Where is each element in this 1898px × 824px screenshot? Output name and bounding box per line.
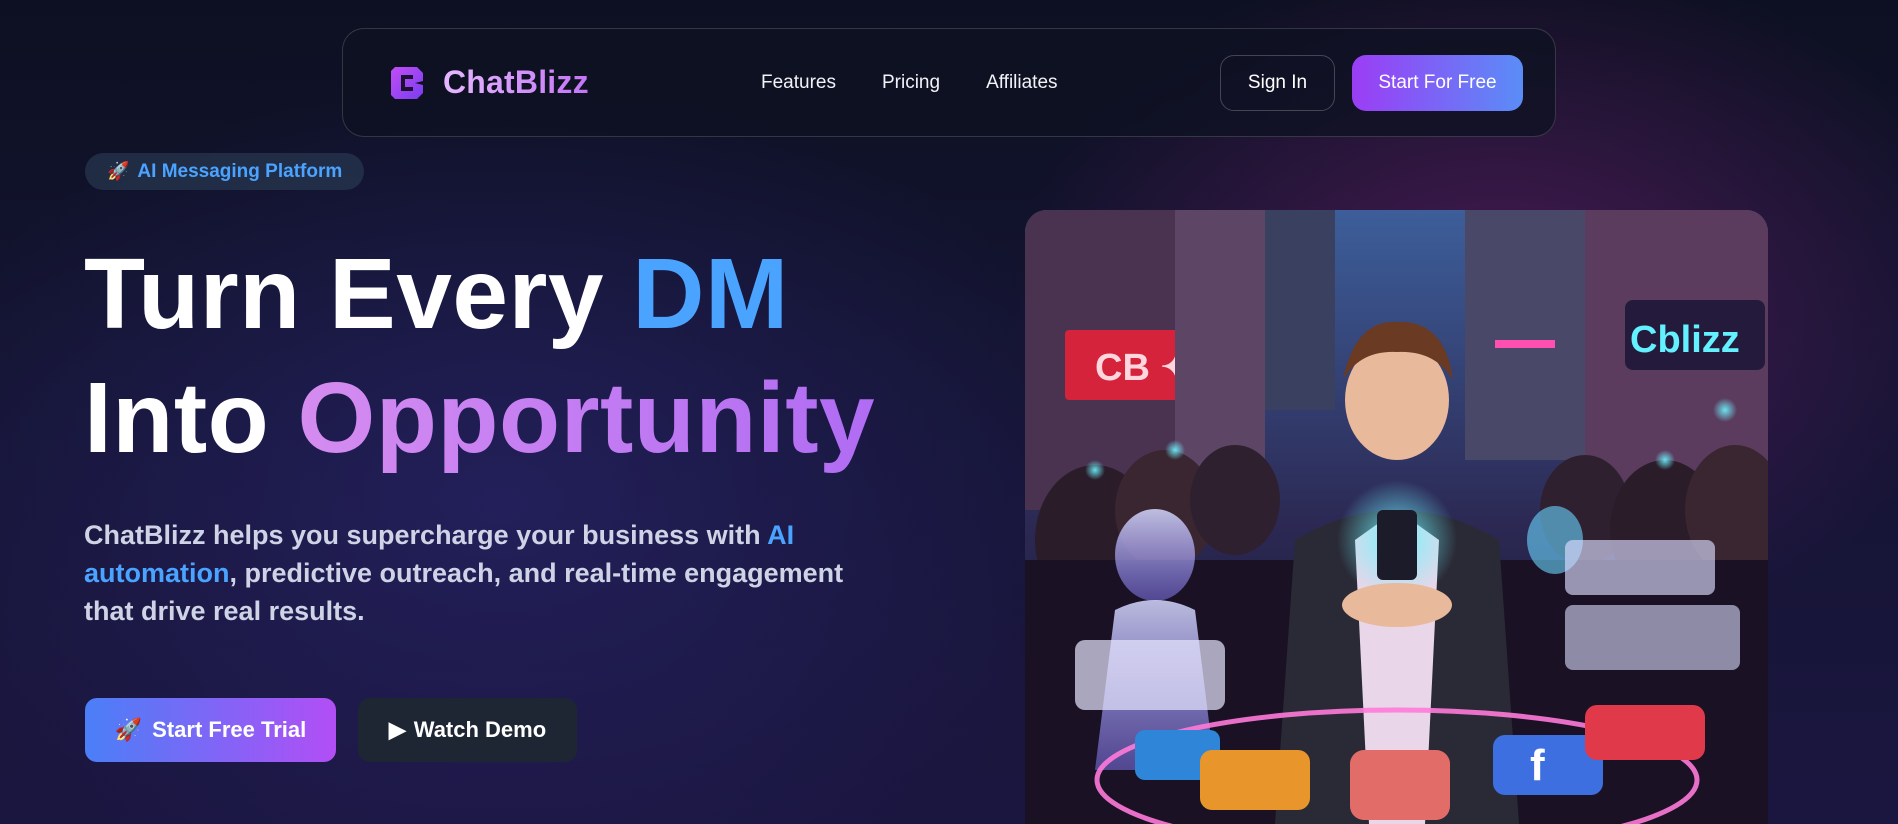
badge-text: AI Messaging Platform [137, 160, 343, 182]
play-icon: ▶ [388, 717, 406, 742]
rocket-icon: 🚀 [107, 161, 130, 181]
hero-title-highlight2: Opportunity [297, 362, 876, 474]
platform-badge: 🚀 AI Messaging Platform [85, 153, 365, 190]
hero-illustration: CB ✦✦ Cblizz f [1025, 210, 1768, 824]
nav-links: Features Pricing Affiliates [761, 72, 1058, 94]
chatblizz-logo-icon [391, 66, 423, 99]
brand-name: ChatBlizz [443, 64, 589, 100]
hero-title-part2: Into [84, 362, 298, 474]
start-for-free-button[interactable]: Start For Free [1352, 54, 1523, 111]
hero-subtitle-part1: ChatBlizz helps you supercharge your bus… [84, 520, 768, 550]
watch-demo-label: Watch Demo [413, 717, 547, 742]
start-free-trial-button[interactable]: 🚀 Start Free Trial [85, 698, 336, 762]
hero-illustration-icon: CB ✦✦ Cblizz f [1025, 210, 1768, 824]
nav-actions: Sign In Start For Free [1220, 54, 1523, 111]
nav-link-features[interactable]: Features [761, 72, 836, 94]
hero-title-highlight1: DM [632, 238, 789, 350]
rocket-icon: 🚀 [114, 717, 143, 742]
nav-link-pricing[interactable]: Pricing [882, 72, 940, 94]
hero-title-part1: Turn Every [84, 238, 633, 350]
sign-in-button[interactable]: Sign In [1220, 54, 1335, 111]
watch-demo-button[interactable]: ▶ Watch Demo [358, 698, 577, 762]
navbar: ChatBlizz Features Pricing Affiliates Si… [342, 28, 1556, 137]
start-free-trial-label: Start Free Trial [152, 717, 307, 742]
facebook-icon: f [1530, 741, 1545, 790]
nav-link-affiliates[interactable]: Affiliates [986, 72, 1057, 94]
neon-sign: Cblizz [1630, 319, 1740, 361]
hero-subtitle: ChatBlizz helps you supercharge your bus… [84, 516, 864, 630]
hero-title: Turn Every DM Into Opportunity [84, 232, 884, 480]
brand[interactable]: ChatBlizz [387, 63, 589, 103]
